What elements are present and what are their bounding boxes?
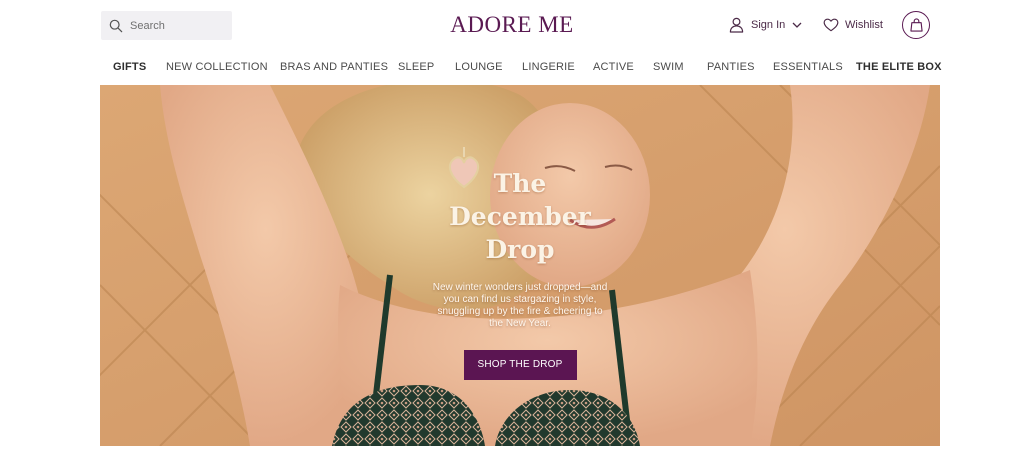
nav-item-gifts[interactable]: GIFTS xyxy=(113,60,146,74)
sign-in-menu[interactable]: Sign In xyxy=(729,15,802,35)
user-icon xyxy=(729,17,744,33)
hero-content: The December Drop New winter wonders jus… xyxy=(420,167,620,380)
hero-title: The December Drop xyxy=(449,169,591,264)
nav-item-new-collection[interactable]: NEW COLLECTION xyxy=(166,60,268,74)
heart-icon xyxy=(823,18,839,32)
nav-item-sleep[interactable]: SLEEP xyxy=(398,60,434,74)
hero-banner[interactable]: The December Drop New winter wonders jus… xyxy=(100,85,940,446)
search-icon xyxy=(109,19,123,32)
nav-item-active[interactable]: ACTIVE xyxy=(593,60,634,74)
main-nav: GIFTS NEW COLLECTION BRAS AND PANTIES SL… xyxy=(0,60,1024,76)
nav-item-bras-and-panties[interactable]: BRAS AND PANTIES xyxy=(280,60,388,74)
search-input[interactable] xyxy=(130,19,228,32)
nav-item-the-elite-box[interactable]: THE ELITE BOX xyxy=(856,60,942,74)
nav-item-swim[interactable]: SWIM xyxy=(653,60,684,74)
chevron-down-icon xyxy=(792,22,802,28)
sign-in-label: Sign In xyxy=(751,19,786,31)
wishlist-label: Wishlist xyxy=(845,19,883,31)
nav-item-lingerie[interactable]: LINGERIE xyxy=(522,60,575,74)
search-box[interactable] xyxy=(101,11,232,40)
cart-button[interactable] xyxy=(902,11,930,39)
logo-link[interactable]: ADORE ME xyxy=(450,12,573,37)
nav-item-lounge[interactable]: LOUNGE xyxy=(455,60,503,74)
shopping-bag-icon xyxy=(909,18,923,32)
nav-item-panties[interactable]: PANTIES xyxy=(707,60,755,74)
hero-description: New winter wonders just dropped—and you … xyxy=(432,282,608,329)
nav-item-essentials[interactable]: ESSENTIALS xyxy=(773,60,843,74)
wishlist-link[interactable]: Wishlist xyxy=(823,15,883,35)
shop-the-drop-button[interactable]: SHOP THE DROP xyxy=(463,350,577,380)
